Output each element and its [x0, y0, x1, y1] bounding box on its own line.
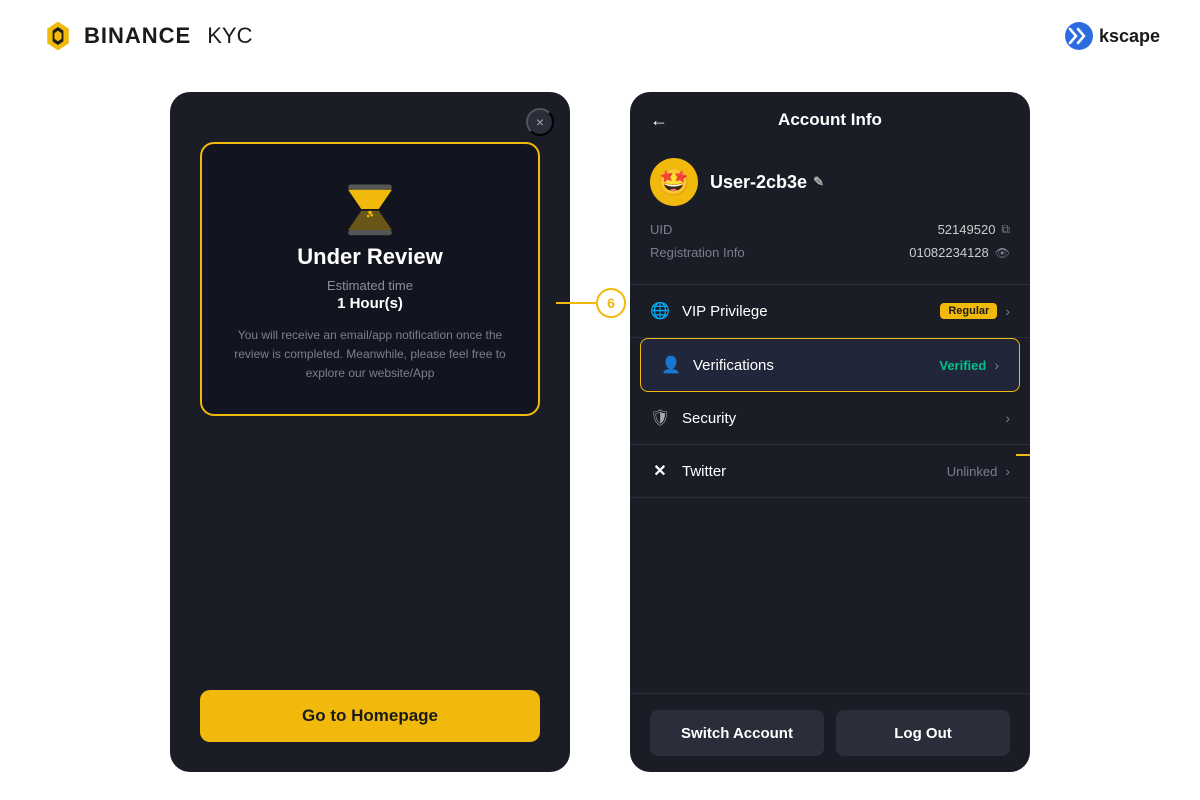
brand-name: BINANCE: [84, 23, 191, 49]
username-text: User-2cb3e: [710, 172, 807, 193]
registration-number: 01082234128: [909, 245, 989, 260]
binance-logo: BINANCE: [40, 18, 191, 54]
edit-icon[interactable]: ✎: [813, 174, 824, 190]
vip-chevron-icon: ›: [1005, 303, 1010, 319]
account-info-section: 🤩 User-2cb3e ✎ UID 52149520 ⧉ Registrati…: [630, 148, 1030, 285]
username: User-2cb3e ✎: [710, 172, 824, 193]
go-homepage-button[interactable]: Go to Homepage: [200, 690, 540, 742]
panel-title: Account Info: [778, 110, 882, 130]
security-label: Security: [682, 410, 736, 427]
hourglass-icon: [335, 174, 405, 244]
twitter-label: Twitter: [682, 463, 726, 480]
menu-item-verifications-left: 👤 Verifications: [661, 355, 774, 375]
review-description: You will receive an email/app notificati…: [226, 326, 514, 384]
bottom-buttons: Switch Account Log Out: [630, 693, 1030, 772]
annotation-circle-6: 6: [596, 288, 626, 318]
uid-label: UID: [650, 222, 672, 237]
verifications-label: Verifications: [693, 357, 774, 374]
verified-badge: Verified: [939, 358, 986, 373]
menu-item-twitter[interactable]: ✕ Twitter Unlinked ›: [630, 445, 1030, 498]
vip-label: VIP Privilege: [682, 303, 768, 320]
vip-icon: 🌐: [650, 301, 670, 321]
menu-item-vip[interactable]: 🌐 VIP Privilege Regular ›: [630, 285, 1030, 338]
uid-number: 52149520: [938, 222, 996, 237]
copy-uid-icon[interactable]: ⧉: [1001, 222, 1010, 237]
verifications-chevron-icon: ›: [994, 357, 999, 373]
menu-item-verifications-right: Verified ›: [939, 357, 999, 373]
avatar: 🤩: [650, 158, 698, 206]
left-panel: × 6 Under Review Estimated time: [170, 92, 570, 772]
menu-item-twitter-right: Unlinked ›: [947, 463, 1010, 479]
menu-item-verifications[interactable]: 👤 Verifications Verified ›: [640, 338, 1020, 392]
account-header: ← Account Info: [630, 92, 1030, 148]
estimated-label: Estimated time: [327, 278, 413, 293]
estimated-time: 1 Hour(s): [337, 295, 403, 312]
close-button[interactable]: ×: [526, 108, 554, 136]
menu-item-security[interactable]: 🛡 Security ›: [630, 392, 1030, 445]
back-button[interactable]: ←: [650, 110, 668, 131]
menu-item-vip-left: 🌐 VIP Privilege: [650, 301, 768, 321]
registration-value: 01082234128 👁: [909, 245, 1010, 260]
vip-badge: Regular: [940, 303, 997, 319]
registration-row: Registration Info 01082234128 👁: [650, 245, 1010, 260]
under-review-title: Under Review: [297, 244, 443, 270]
security-chevron-icon: ›: [1005, 410, 1010, 426]
registration-label: Registration Info: [650, 245, 745, 260]
menu-item-security-left: 🛡 Security: [650, 408, 736, 428]
security-icon: 🛡: [650, 408, 670, 428]
menu-item-vip-right: Regular ›: [940, 303, 1010, 319]
annotation-7: 7: [1016, 440, 1030, 470]
uid-row: UID 52149520 ⧉: [650, 222, 1010, 237]
review-card: Under Review Estimated time 1 Hour(s) Yo…: [200, 142, 540, 416]
menu-item-twitter-left: ✕ Twitter: [650, 461, 726, 481]
logout-button[interactable]: Log Out: [836, 710, 1010, 756]
annotation-line-7: [1016, 454, 1030, 456]
product-name: KYC: [207, 23, 252, 49]
header: BINANCE KYC kscape: [0, 0, 1200, 72]
verifications-icon: 👤: [661, 355, 681, 375]
annotation-line: [556, 302, 596, 304]
twitter-icon: ✕: [650, 461, 670, 481]
main-content: × 6 Under Review Estimated time: [0, 72, 1200, 792]
user-row: 🤩 User-2cb3e ✎: [650, 158, 1010, 206]
uid-value: 52149520 ⧉: [938, 222, 1010, 237]
kscape-logo: kscape: [1065, 22, 1160, 50]
partner-name: kscape: [1099, 26, 1160, 47]
right-panel: 7 ← Account Info 🤩 User-2cb3e ✎ UID 5214…: [630, 92, 1030, 772]
eye-icon[interactable]: 👁: [995, 246, 1010, 260]
menu-section: 🌐 VIP Privilege Regular › 👤 Verification…: [630, 285, 1030, 693]
menu-item-security-right: ›: [1005, 410, 1010, 426]
twitter-chevron-icon: ›: [1005, 463, 1010, 479]
switch-account-button[interactable]: Switch Account: [650, 710, 824, 756]
unlinked-badge: Unlinked: [947, 464, 998, 479]
header-left: BINANCE KYC: [40, 18, 252, 54]
kscape-icon: [1065, 22, 1093, 50]
binance-diamond-icon: [40, 18, 76, 54]
annotation-6: 6: [556, 288, 626, 318]
